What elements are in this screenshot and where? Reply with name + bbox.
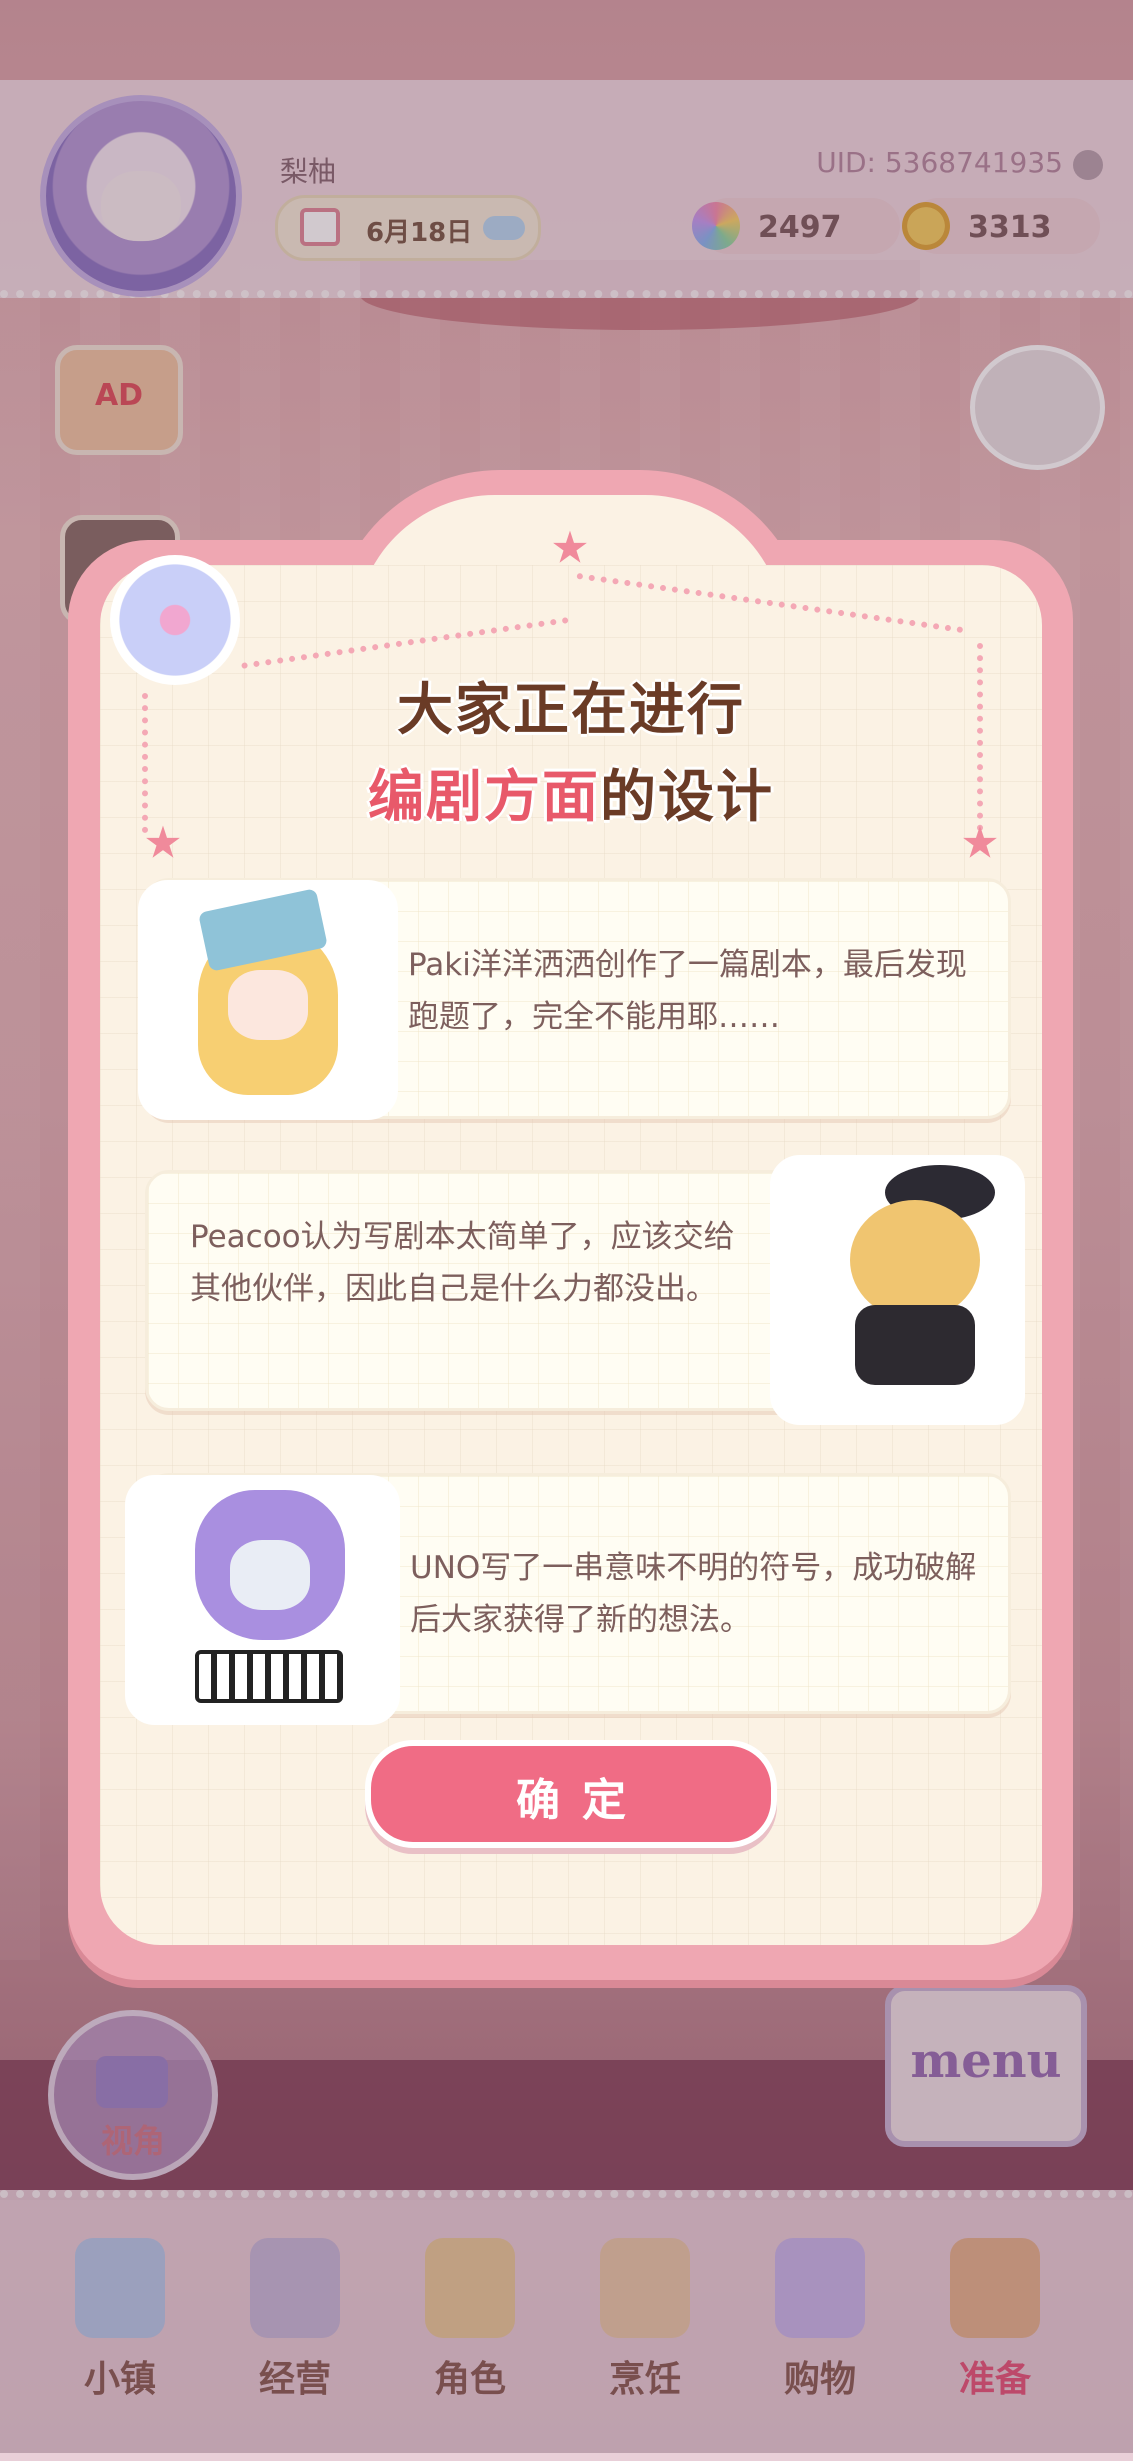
modal-title-rest: 的设计: [600, 765, 774, 830]
paki-face: [228, 970, 308, 1040]
confirm-label: 确定: [516, 1775, 648, 1826]
peacoo-illustration: [770, 1155, 1025, 1425]
entry-text: Peacoo认为写剧本太简单了，应该交给其他伙伴，因此自己是什么力都没出。: [190, 1219, 735, 1307]
confirm-button[interactable]: 确定: [365, 1740, 777, 1848]
peacoo-hair: [850, 1200, 980, 1320]
piano-keyboard-icon: [195, 1650, 343, 1703]
uno-face: [230, 1540, 310, 1610]
peacoo-body: [855, 1305, 975, 1385]
paki-illustration: [138, 880, 398, 1120]
entry-text: Paki洋洋洒洒创作了一篇剧本，最后发现跑题了，完全不能用耶……: [408, 947, 967, 1035]
modal-title-highlight: 编剧方面: [368, 765, 600, 830]
modal-title-line1: 大家正在进行: [397, 678, 745, 743]
entry-text: UNO写了一串意味不明的符号，成功破解后大家获得了新的想法。: [410, 1550, 977, 1638]
uno-illustration: [125, 1475, 400, 1725]
modal-title-line2: 编剧方面的设计: [100, 752, 1042, 833]
